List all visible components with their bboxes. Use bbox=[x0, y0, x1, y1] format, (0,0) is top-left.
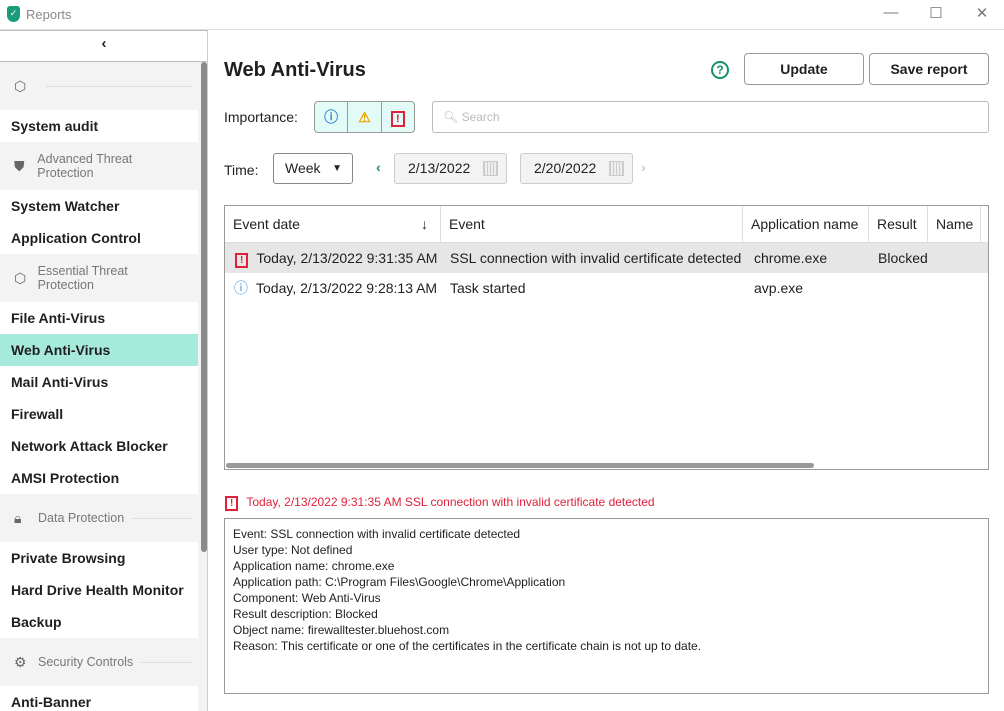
group-label: Advanced Threat Protection bbox=[37, 152, 133, 180]
table-horizontal-scrollbar[interactable] bbox=[226, 463, 814, 468]
sidebar-item[interactable]: File Anti-Virus bbox=[0, 302, 198, 334]
kaspersky-logo-icon: ✓ bbox=[7, 6, 20, 22]
info-icon: ⓘ bbox=[234, 280, 248, 296]
group-label: Security Controls bbox=[38, 655, 134, 669]
column-event-date[interactable]: Event date ↓ bbox=[225, 206, 441, 242]
sidebar-item[interactable]: Application Control bbox=[0, 222, 198, 254]
minimize-button[interactable]: — bbox=[876, 4, 906, 21]
column-application-name[interactable]: Application name bbox=[743, 206, 869, 242]
sidebar-group-header: ⛊ Advanced Threat Protection bbox=[0, 142, 198, 190]
sidebar-item[interactable]: Hard Drive Health Monitor bbox=[0, 574, 198, 606]
sidebar-item[interactable]: Network Attack Blocker bbox=[0, 430, 198, 462]
detail-line: Application path: C:\Program Files\Googl… bbox=[233, 575, 566, 589]
event-details-panel[interactable]: Event: SSL connection with invalid certi… bbox=[224, 518, 989, 694]
window-title: Reports bbox=[26, 7, 72, 22]
divider bbox=[46, 85, 192, 87]
critical-icon: ! bbox=[235, 253, 249, 268]
sidebar-group-header: ⚙ Security Controls bbox=[0, 638, 198, 686]
previous-period-icon[interactable]: ‹ bbox=[376, 159, 381, 175]
calendar-icon[interactable] bbox=[483, 161, 498, 176]
save-report-button[interactable]: Save report bbox=[869, 53, 989, 85]
sort-arrow-icon: ↓ bbox=[421, 216, 428, 232]
date-from-value: 2/13/2022 bbox=[408, 160, 471, 176]
sidebar-item[interactable]: Web Anti-Virus bbox=[0, 334, 198, 366]
events-table: Event date ↓ Event Application name Resul… bbox=[224, 205, 989, 470]
shield-icon: ⛊ bbox=[14, 157, 25, 174]
critical-filter-icon[interactable]: ! bbox=[382, 102, 414, 132]
sidebar-item[interactable]: System audit bbox=[0, 110, 198, 142]
shield-icon: ⚙ bbox=[14, 653, 27, 670]
info-filter-icon[interactable]: ⓘ bbox=[315, 102, 349, 132]
maximize-button[interactable]: ☐ bbox=[921, 4, 951, 22]
detail-line: Result description: Blocked bbox=[233, 607, 378, 621]
update-button[interactable]: Update bbox=[744, 53, 864, 85]
detail-line: Event: SSL connection with invalid certi… bbox=[233, 527, 521, 541]
sidebar-group-header: 🔒︎ Data Protection bbox=[0, 494, 198, 542]
shield-icon: ⬡ bbox=[14, 269, 27, 286]
detail-line: Component: Web Anti-Virus bbox=[233, 591, 381, 605]
sidebar-item[interactable]: Mail Anti-Virus bbox=[0, 366, 198, 398]
title-bar: ✓ Reports — ☐ ✕ bbox=[0, 0, 1004, 30]
calendar-icon[interactable] bbox=[609, 161, 624, 176]
group-label: Data Protection bbox=[38, 511, 125, 525]
detail-header-text: Today, 2/13/2022 9:31:35 AM SSL connecti… bbox=[246, 495, 655, 509]
chevron-down-icon: ▼ bbox=[332, 163, 342, 174]
column-name[interactable]: Name bbox=[928, 206, 981, 242]
sidebar-item[interactable]: Private Browsing bbox=[0, 542, 198, 574]
search-input[interactable]: 🔍︎ Search bbox=[432, 101, 989, 133]
table-header: Event date ↓ Event Application name Resul… bbox=[225, 206, 988, 243]
page-title: Web Anti-Virus bbox=[224, 59, 366, 81]
sidebar-item[interactable]: Anti-Banner bbox=[0, 686, 198, 711]
search-icon: 🔍︎ bbox=[443, 110, 462, 124]
shield-icon: 🔒︎ bbox=[14, 509, 22, 526]
time-label: Time: bbox=[224, 162, 259, 178]
table-row[interactable]: ! Today, 2/13/2022 9:31:35 AM SSL connecti… bbox=[225, 243, 988, 273]
next-period-icon[interactable]: › bbox=[641, 159, 646, 175]
sidebar-item[interactable]: AMSI Protection bbox=[0, 462, 198, 494]
detail-line: Object name: firewalltester.bluehost.com bbox=[233, 623, 450, 637]
search-placeholder: Search bbox=[461, 110, 500, 124]
date-from-field[interactable]: 2/13/2022 bbox=[394, 153, 507, 184]
close-button[interactable]: ✕ bbox=[967, 4, 997, 22]
warning-filter-icon[interactable]: ⚠ bbox=[348, 102, 382, 132]
period-select[interactable]: Week ▼ bbox=[273, 153, 353, 184]
collapse-sidebar-button[interactable]: ‹ bbox=[0, 30, 207, 62]
sidebar-scrollbar[interactable] bbox=[201, 62, 207, 552]
table-row[interactable]: ⓘ Today, 2/13/2022 9:28:13 AM Task started… bbox=[225, 273, 988, 303]
sidebar: ‹ ⬡ System audit ⛊ Advanced Threat Protecti… bbox=[0, 30, 208, 711]
column-event[interactable]: Event bbox=[441, 206, 743, 242]
date-to-field[interactable]: 2/20/2022 bbox=[520, 153, 633, 184]
help-icon[interactable]: ? bbox=[711, 61, 729, 79]
shield-icon: ⬡ bbox=[14, 77, 27, 94]
sidebar-group-header: ⬡ bbox=[0, 62, 198, 110]
critical-icon: ! bbox=[225, 496, 239, 511]
period-value: Week bbox=[285, 160, 321, 176]
detail-header: ! Today, 2/13/2022 9:31:35 AM SSL connect… bbox=[225, 495, 655, 511]
column-result[interactable]: Result bbox=[869, 206, 928, 242]
detail-line: Reason: This certificate or one of the c… bbox=[233, 639, 702, 653]
sidebar-item[interactable]: System Watcher bbox=[0, 190, 198, 222]
date-to-value: 2/20/2022 bbox=[534, 160, 597, 176]
importance-filter: ⓘ ⚠ ! bbox=[314, 101, 415, 133]
sidebar-group-header: ⬡ Essential Threat Protection bbox=[0, 254, 198, 302]
sidebar-item[interactable]: Backup bbox=[0, 606, 198, 638]
detail-line: Application name: chrome.exe bbox=[233, 559, 395, 573]
importance-label: Importance: bbox=[224, 109, 298, 125]
detail-line: User type: Not defined bbox=[233, 543, 353, 557]
sidebar-item[interactable]: Firewall bbox=[0, 398, 198, 430]
group-label: Essential Threat Protection bbox=[37, 264, 128, 292]
